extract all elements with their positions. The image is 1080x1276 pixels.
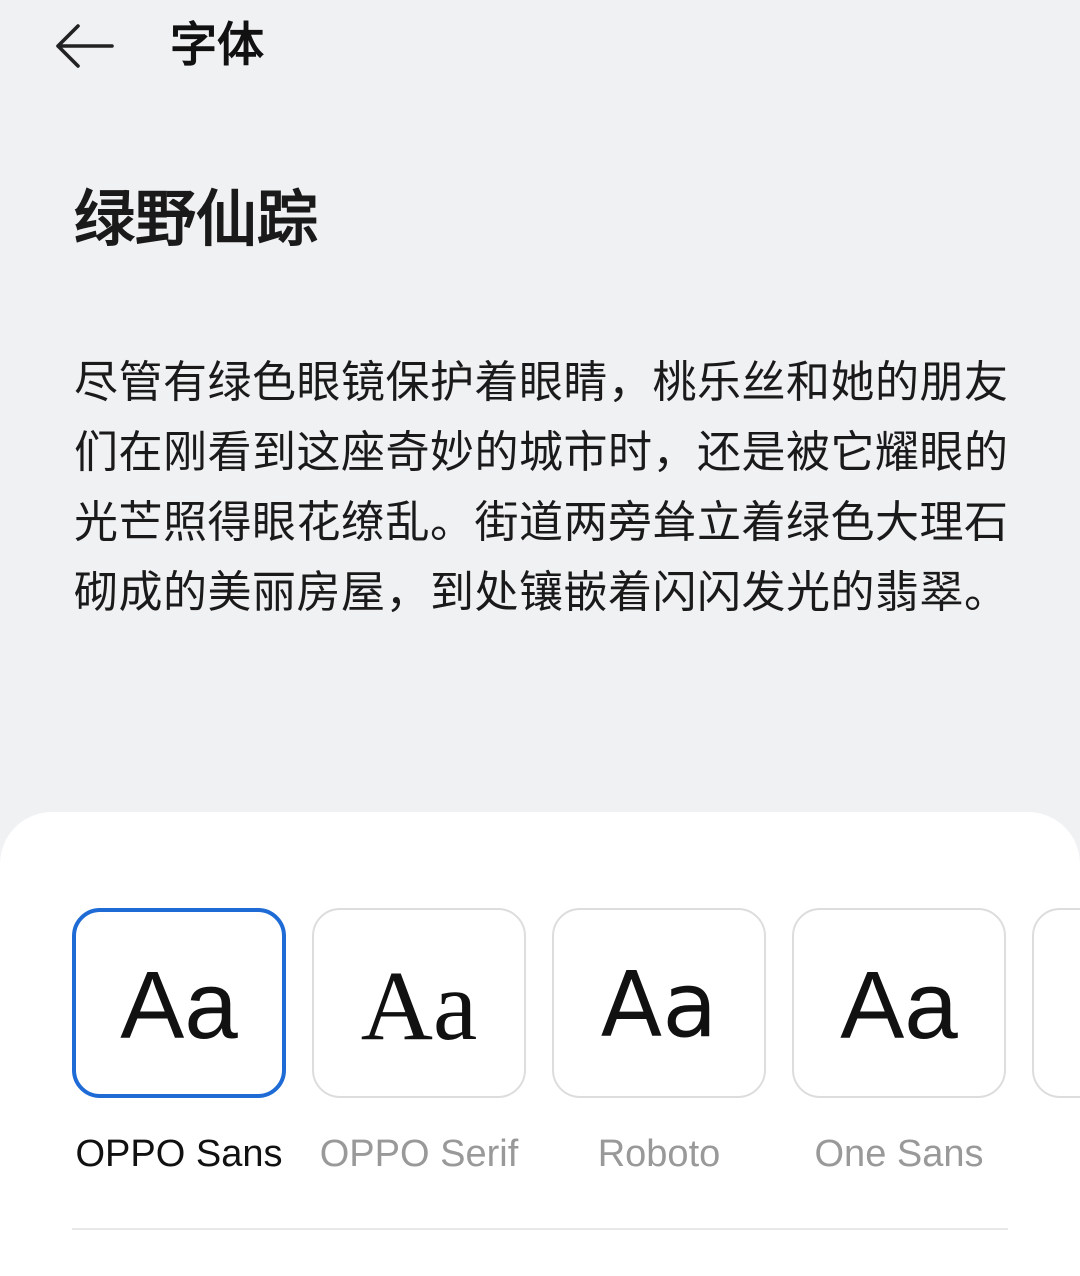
font-preview: 绿野仙踪 尽管有绿色眼镜保护着眼睛，桃乐丝和她的朋友们在刚看到这座奇妙的城市时，… — [74, 180, 1014, 672]
font-tile[interactable]: Aa — [552, 908, 766, 1098]
font-option-one-sans[interactable]: Aa One Sans — [792, 908, 1006, 1178]
font-label: OPPO Sans — [75, 1133, 283, 1175]
preview-title: 绿野仙踪 — [74, 184, 319, 255]
preview-body-text: 尽管有绿色眼镜保护着眼睛，桃乐丝和她的朋友们在刚看到这座奇妙的城市时，还是被它耀… — [74, 357, 1009, 618]
font-sample: Aa — [360, 950, 478, 1061]
font-label: 更多 — [1032, 1130, 1080, 1178]
arrow-left-icon — [56, 24, 114, 68]
back-button[interactable] — [44, 10, 124, 82]
font-label: Roboto — [597, 1133, 721, 1175]
font-picker-sheet: Aa OPPO Sans Aa OPPO Serif Aa Roboto Aa … — [0, 812, 1080, 1276]
font-label: OPPO Serif — [319, 1133, 519, 1175]
font-tile[interactable]: Aa — [312, 908, 526, 1098]
font-sample: Aa — [600, 953, 718, 1058]
font-option-roboto[interactable]: Aa Roboto — [552, 908, 766, 1178]
font-label: One Sans — [814, 1133, 984, 1175]
font-option-oppo-sans[interactable]: Aa OPPO Sans — [72, 908, 286, 1178]
font-option-more[interactable]: Aa 更多 — [1032, 908, 1080, 1178]
font-sample: Aa — [120, 952, 238, 1059]
font-option-oppo-serif[interactable]: Aa OPPO Serif — [312, 908, 526, 1178]
font-tile[interactable]: Aa — [1032, 908, 1080, 1098]
divider — [72, 1228, 1008, 1230]
font-list[interactable]: Aa OPPO Sans Aa OPPO Serif Aa Roboto Aa … — [72, 908, 1080, 1198]
app-header: 字体 — [0, 0, 1080, 100]
page-title: 字体 — [170, 18, 264, 73]
font-tile[interactable]: Aa — [792, 908, 1006, 1098]
font-sample: Aa — [840, 952, 958, 1059]
font-tile[interactable]: Aa — [72, 908, 286, 1098]
